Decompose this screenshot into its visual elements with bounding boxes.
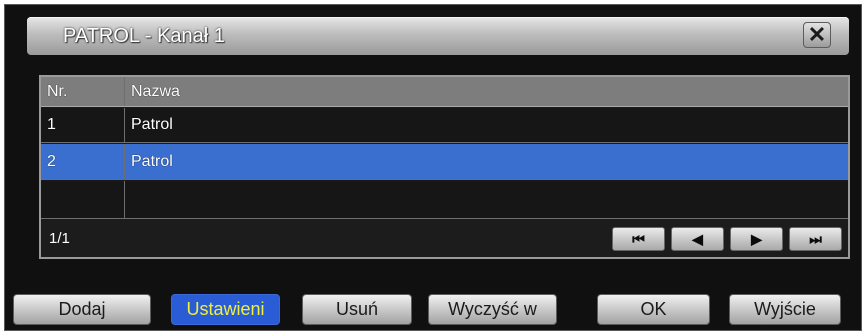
patrol-dialog: PATROL - Kanał 1 ✕ Nr. Nazwa 1 Patrol 2 …: [4, 4, 862, 331]
clear-button[interactable]: Wyczyść w: [428, 294, 557, 325]
first-page-button[interactable]: ⏮: [612, 227, 665, 251]
row-name: Patrol: [131, 152, 173, 170]
delete-button[interactable]: Usuń: [302, 294, 412, 325]
close-button[interactable]: ✕: [803, 22, 831, 48]
table-footer: 1/1 ⏮ ◀ ▶ ⏭: [41, 220, 848, 257]
pagination-controls: ⏮ ◀ ▶ ⏭: [612, 227, 842, 251]
next-page-button[interactable]: ▶: [730, 227, 783, 251]
column-header-nr: Nr.: [41, 77, 125, 106]
add-button[interactable]: Dodaj: [13, 294, 151, 325]
page-indicator: 1/1: [49, 230, 70, 247]
settings-button[interactable]: Ustawieni: [171, 294, 280, 325]
column-header-name: Nazwa: [131, 82, 180, 100]
ok-button[interactable]: OK: [597, 294, 710, 325]
row-name: Patrol: [131, 116, 173, 133]
last-page-button[interactable]: ⏭: [789, 227, 842, 251]
dialog-title: PATROL - Kanał 1: [63, 25, 225, 47]
skip-first-icon: ⏮: [632, 231, 645, 247]
next-icon: ▶: [751, 231, 762, 247]
row-nr-empty: [41, 181, 125, 218]
prev-page-button[interactable]: ◀: [671, 227, 724, 251]
prev-icon: ◀: [692, 231, 703, 247]
close-icon: ✕: [807, 22, 827, 47]
row-nr: 2: [41, 144, 125, 179]
table-row-selected[interactable]: 2 Patrol: [41, 144, 848, 180]
title-bar: PATROL - Kanał 1 ✕: [27, 17, 849, 55]
patrol-table: Nr. Nazwa 1 Patrol 2 Patrol 1/1 ⏮ ◀ ▶ ⏭: [39, 75, 850, 259]
table-header: Nr. Nazwa: [41, 77, 848, 107]
row-nr: 1: [41, 108, 125, 142]
row-name-empty: [125, 181, 848, 218]
exit-button[interactable]: Wyjście: [729, 294, 841, 325]
table-row-empty[interactable]: [41, 181, 848, 219]
table-row[interactable]: 1 Patrol: [41, 108, 848, 143]
skip-last-icon: ⏭: [809, 231, 822, 247]
